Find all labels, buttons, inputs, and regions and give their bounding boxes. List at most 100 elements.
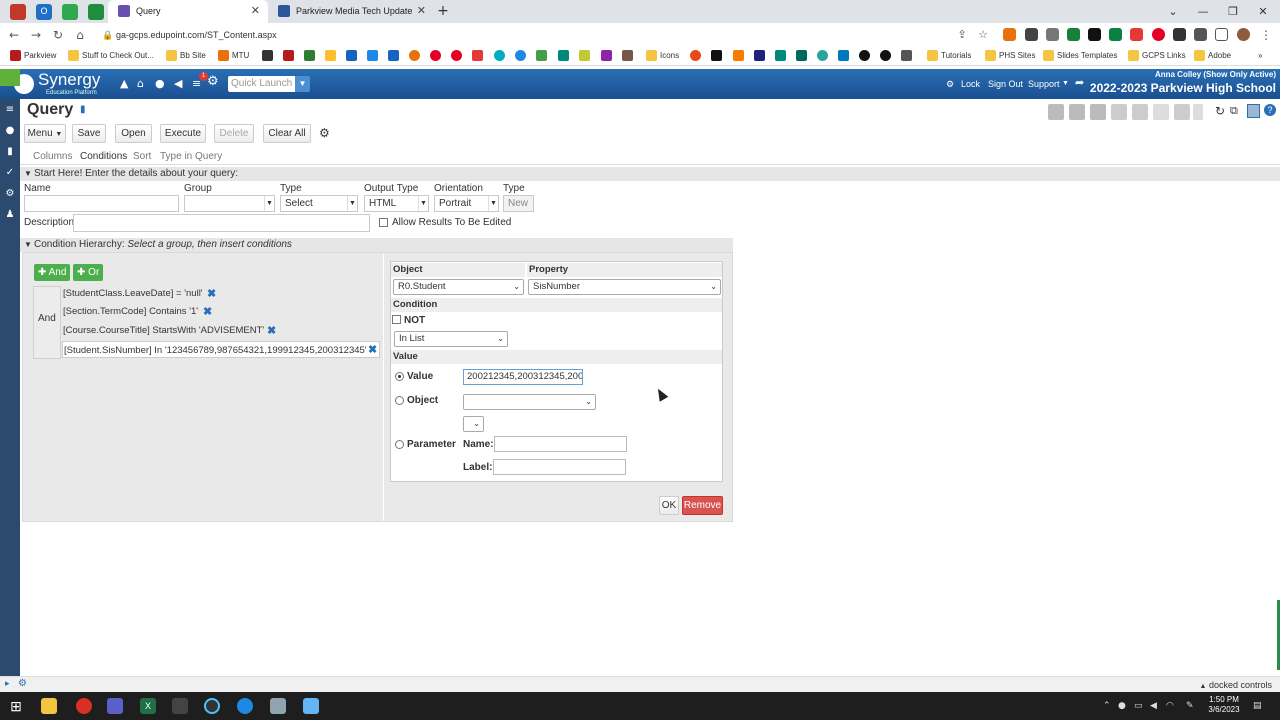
drive-tab-icon[interactable] xyxy=(62,4,78,20)
extension-icon[interactable] xyxy=(1046,28,1059,41)
delete-button[interactable]: Delete xyxy=(214,124,254,143)
clock[interactable]: 1:50 PM 3/6/2023 xyxy=(1204,695,1244,715)
open-button[interactable]: Open xyxy=(115,124,152,143)
bookmark-icons[interactable]: Icons xyxy=(646,49,679,63)
bookmark-parkview[interactable]: Parkview xyxy=(10,49,56,63)
docked-controls[interactable]: ▲ docked controls xyxy=(1200,679,1273,693)
tool-icon[interactable] xyxy=(1174,104,1190,120)
bookmark-icon[interactable] xyxy=(880,50,891,61)
bookmark-icon[interactable] xyxy=(558,50,569,61)
close-tab-icon[interactable]: ✕ xyxy=(251,0,260,23)
chrome-icon[interactable] xyxy=(76,698,92,714)
settings-icon[interactable]: ⚙ xyxy=(3,187,17,201)
tool-icon[interactable] xyxy=(1153,104,1169,120)
description-field[interactable] xyxy=(73,214,370,232)
bookmark-icon[interactable] xyxy=(817,50,828,61)
quick-launch-dropdown-icon[interactable]: ▼ xyxy=(295,76,310,92)
remove-condition-icon[interactable]: ✖ xyxy=(368,344,377,356)
gear-icon[interactable]: ⚙ xyxy=(207,75,219,88)
drive-bookmark-icon[interactable] xyxy=(325,50,336,61)
extension-icon[interactable] xyxy=(1173,28,1186,41)
start-here-header[interactable]: ▼ Start Here! Enter the details about you… xyxy=(20,167,1280,181)
execute-button[interactable]: Execute xyxy=(160,124,206,143)
bookmark-icon[interactable] xyxy=(579,50,590,61)
refresh-icon[interactable]: ↻ xyxy=(1215,104,1225,118)
bookmark-icon[interactable] xyxy=(494,50,505,61)
condition-hierarchy-header[interactable]: ▼ Condition Hierarchy: Select a group, th… xyxy=(20,238,733,252)
favorite-pin-icon[interactable]: ▮ xyxy=(80,104,86,115)
app-icon[interactable] xyxy=(270,698,286,714)
bookmark-icon[interactable] xyxy=(796,50,807,61)
nav-toggle[interactable] xyxy=(0,69,20,86)
operator-select[interactable]: In List ⌄ xyxy=(394,331,508,347)
output-type-select[interactable]: HTML ▼ xyxy=(364,195,429,212)
property-select[interactable]: SisNumber ⌄ xyxy=(528,279,721,295)
user-icon[interactable]: ♟ xyxy=(3,208,17,222)
extension-icon[interactable] xyxy=(1130,28,1143,41)
windows-start-icon[interactable]: ⊞ xyxy=(8,698,24,714)
battery-icon[interactable]: ▭ xyxy=(1134,700,1143,712)
fire-icon[interactable]: ● xyxy=(155,78,165,90)
not-checkbox[interactable] xyxy=(392,315,401,324)
pinterest-icon[interactable] xyxy=(451,50,462,61)
bookmark-icon[interactable] xyxy=(775,50,786,61)
extension-icon[interactable] xyxy=(1109,28,1122,41)
notifications-icon[interactable]: ▤ xyxy=(1253,700,1262,712)
tool-icon[interactable] xyxy=(1193,104,1203,120)
bookmark-stuff[interactable]: Stuff to Check Out... xyxy=(68,49,154,63)
bookmark-icon[interactable] xyxy=(754,50,765,61)
bookmark-star-icon[interactable]: ☆ xyxy=(975,27,991,43)
sidebar-icon[interactable] xyxy=(1215,28,1228,41)
app-icon[interactable] xyxy=(303,698,319,714)
tool-icon[interactable] xyxy=(1090,104,1106,120)
bookmark-icon[interactable] xyxy=(472,50,483,61)
orientation-select[interactable]: Portrait ▼ xyxy=(434,195,499,212)
menu-icon[interactable]: ≡ xyxy=(3,103,17,117)
sheets-tab-icon[interactable] xyxy=(88,4,104,20)
bookmark-icon[interactable] xyxy=(838,50,849,61)
excel-icon[interactable]: X xyxy=(140,698,156,714)
puzzle-icon[interactable] xyxy=(1194,28,1207,41)
chrome-menu-icon[interactable]: ⋮ xyxy=(1258,27,1274,43)
bookmark-icon[interactable] xyxy=(346,50,357,61)
layout-icon[interactable] xyxy=(1247,104,1260,118)
bookmark-icon[interactable] xyxy=(901,50,912,61)
app-icon[interactable] xyxy=(204,698,220,714)
pinned-tab-icon[interactable] xyxy=(10,4,26,20)
bookmark-icon[interactable]: ▮ xyxy=(3,145,17,159)
remove-condition-icon[interactable]: ✖ xyxy=(207,288,216,300)
bookmark-icon[interactable] xyxy=(536,50,547,61)
lock-icon[interactable]: ⚙ xyxy=(946,78,954,90)
bookmark-phs-sites[interactable]: PHS Sites xyxy=(985,49,1035,63)
bookmark-icon[interactable] xyxy=(409,50,420,61)
bookmark-icon[interactable] xyxy=(304,50,315,61)
remove-condition-icon[interactable]: ✖ xyxy=(267,325,276,337)
bookmark-icon[interactable] xyxy=(515,50,526,61)
remove-button[interactable]: Remove xyxy=(682,496,723,515)
extension-icon[interactable] xyxy=(1025,28,1038,41)
bookmark-icon[interactable] xyxy=(367,50,378,61)
globe-icon[interactable] xyxy=(237,698,253,714)
value-radio[interactable] xyxy=(395,372,404,381)
tool-icon[interactable] xyxy=(1048,104,1064,120)
bookmark-adobe[interactable]: Adobe xyxy=(1194,49,1231,63)
amazon-icon[interactable] xyxy=(711,50,722,61)
extension-icon[interactable] xyxy=(1067,28,1080,41)
pinterest-icon[interactable] xyxy=(1152,28,1165,41)
outlook-tab-icon[interactable]: O xyxy=(36,4,52,20)
back-icon[interactable]: ← xyxy=(6,27,22,43)
share-arrow-icon[interactable]: ➦ xyxy=(1075,77,1084,89)
extension-icon[interactable] xyxy=(1003,28,1016,41)
settings-icon[interactable]: ⚙ xyxy=(18,678,27,689)
and-button[interactable]: ✚ And xyxy=(34,264,71,281)
name-field[interactable] xyxy=(24,195,179,212)
more-bookmarks-icon[interactable]: » xyxy=(1258,49,1262,63)
bookmark-icon[interactable] xyxy=(601,50,612,61)
lock-link[interactable]: Lock xyxy=(961,78,980,90)
bookmark-icon[interactable] xyxy=(388,50,399,61)
condition-row[interactable]: [StudentClass.LeaveDate] = 'null' xyxy=(63,285,203,302)
tray-chevron-icon[interactable]: ⌃ xyxy=(1103,700,1111,712)
param-label-input[interactable] xyxy=(493,459,626,475)
condition-row-selected[interactable]: [Student.SisNumber] In '123456789,987654… xyxy=(62,341,380,358)
support-chevron-icon[interactable]: ▼ xyxy=(1062,78,1069,90)
